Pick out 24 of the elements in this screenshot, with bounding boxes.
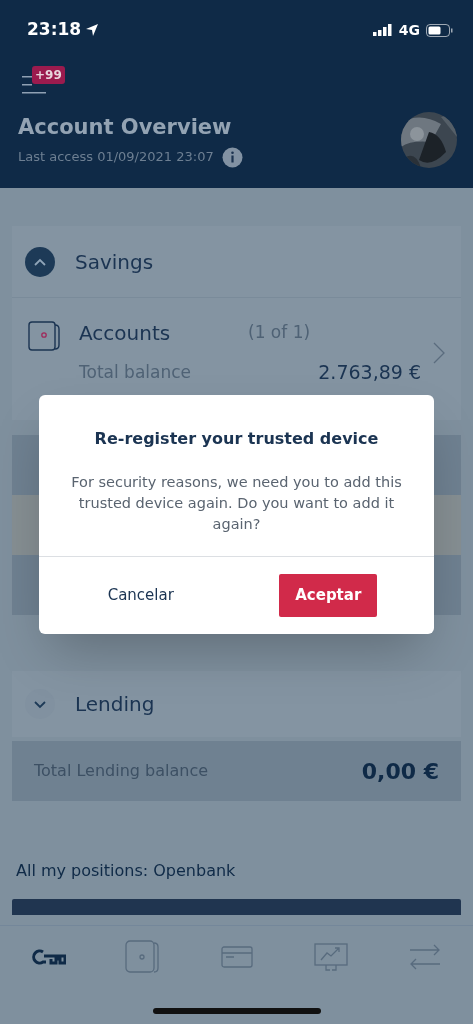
- wallet-icon: [28, 321, 60, 352]
- accept-button[interactable]: Aceptar: [279, 574, 378, 617]
- last-access-text: Last access 01/09/2021 23:07: [18, 148, 214, 167]
- positions-label: All my positions: Openbank: [15, 860, 237, 882]
- product-name: Accounts: [79, 320, 172, 347]
- total-amount: 0,00 €: [361, 757, 439, 786]
- signal-icon: [372, 24, 393, 36]
- section-title[interactable]: Lending: [75, 689, 155, 719]
- dialog-message: For security reasons, we need you to add this trusted device again. Do you want to add it again?: [70, 473, 403, 534]
- location-icon: [85, 23, 100, 37]
- notification-badge: +99: [32, 66, 65, 84]
- battery-icon: [426, 23, 453, 37]
- balance-amount: 2.763,89 €: [318, 360, 421, 385]
- dialog-title: Re-register your trusted device: [93, 428, 380, 450]
- network-label: 4G: [398, 20, 420, 40]
- status-time: 23:18: [27, 18, 82, 42]
- cancel-button[interactable]: Cancelar: [95, 574, 186, 617]
- chevron-right-icon[interactable]: [433, 342, 445, 364]
- collapse-icon[interactable]: [25, 246, 55, 277]
- page-title: Account Overview: [18, 113, 233, 141]
- section-title[interactable]: Savings: [75, 246, 154, 277]
- wallet-icon[interactable]: [124, 940, 161, 974]
- chart-icon[interactable]: [312, 940, 349, 974]
- info-icon[interactable]: [221, 146, 243, 168]
